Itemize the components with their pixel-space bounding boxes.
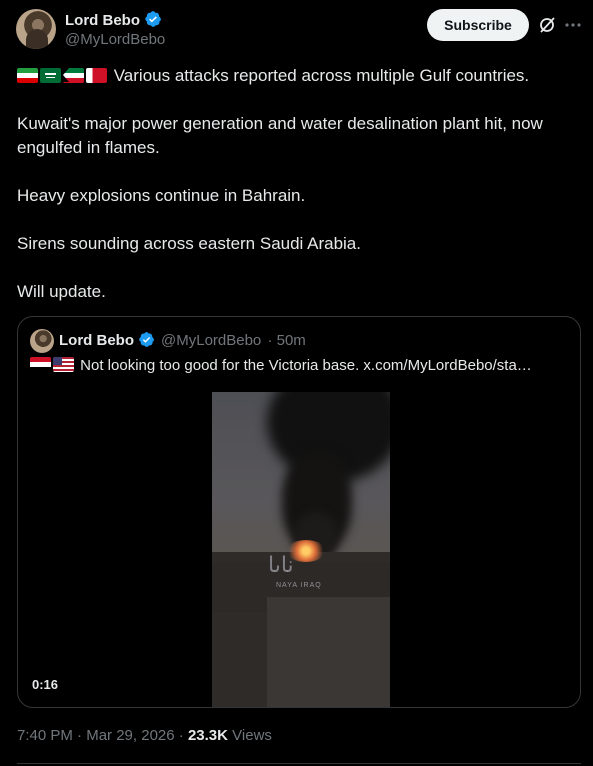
tweet-paragraph-5: Will update. — [17, 282, 106, 301]
tweet-line-1-text: Various attacks reported across multiple… — [113, 66, 530, 85]
tweet-paragraph-2: Kuwait's major power generation and wate… — [17, 114, 543, 157]
video-duration: 0:16 — [32, 677, 59, 692]
tweet-date[interactable]: Mar 29, 2026 — [86, 727, 174, 744]
tweet-line-1: Various attacks reported across multiple… — [17, 64, 529, 88]
author-name-text[interactable]: Lord Bebo — [65, 12, 140, 29]
tweet-paragraph-3: Heavy explosions continue in Bahrain. — [17, 186, 306, 205]
author-avatar[interactable] — [16, 9, 56, 49]
iraq-flag-icon — [30, 357, 51, 372]
tweet-time[interactable]: 7:40 PM — [17, 727, 73, 744]
bahrain-flag-icon — [86, 68, 107, 83]
video-player[interactable]: ناىا NAYA IRAQ — [212, 392, 390, 707]
quoted-handle[interactable]: @MyLordBebo — [161, 332, 261, 349]
kuwait-flag-icon — [63, 68, 84, 83]
quoted-text-body: Not looking too good for the Victoria ba… — [80, 357, 532, 374]
verified-badge-icon — [139, 332, 155, 347]
saudi-arabia-flag-icon — [40, 68, 61, 83]
quoted-avatar[interactable] — [30, 329, 54, 353]
subscribe-button[interactable]: Subscribe — [427, 9, 529, 41]
quoted-author-name[interactable]: Lord Bebo — [59, 332, 134, 349]
quoted-author[interactable]: Lord Bebo @MyLordBebo · 50m — [59, 331, 306, 349]
foreground-wall — [267, 597, 390, 707]
video-watermark: ناىا — [268, 552, 294, 577]
author-name[interactable]: Lord Bebo — [65, 10, 162, 29]
tweet-meta: 7:40 PM · Mar 29, 2026 · 23.3K Views — [17, 727, 272, 744]
divider — [17, 763, 581, 764]
views-label: Views — [232, 727, 272, 744]
quoted-time[interactable]: · 50m — [267, 332, 305, 349]
more-options-icon[interactable] — [565, 22, 581, 28]
quoted-text: Not looking too good for the Victoria ba… — [30, 357, 532, 374]
usa-flag-icon — [53, 357, 74, 372]
foreground-wall-left — [212, 612, 267, 707]
video-watermark-sub: NAYA IRAQ — [276, 582, 322, 589]
tweet-paragraph-4: Sirens sounding across eastern Saudi Ara… — [17, 234, 361, 253]
verified-badge-icon — [145, 11, 162, 27]
iran-flag-icon — [17, 68, 38, 83]
grok-icon[interactable] — [538, 16, 556, 34]
views-count[interactable]: 23.3K — [188, 727, 228, 744]
author-handle[interactable]: @MyLordBebo — [65, 31, 165, 48]
quoted-tweet[interactable]: Lord Bebo @MyLordBebo · 50m Not looking t… — [17, 316, 581, 708]
